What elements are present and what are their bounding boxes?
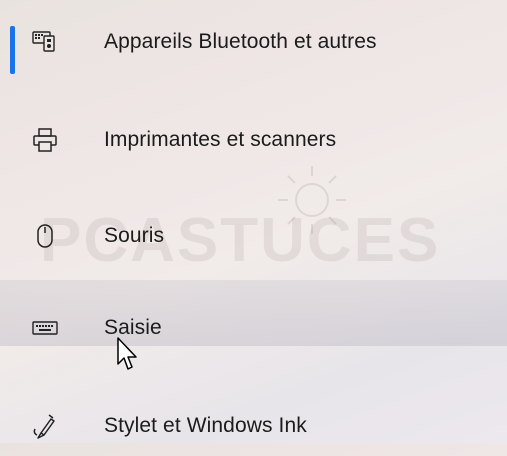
nav-item-label: Souris xyxy=(104,224,165,247)
printer-icon xyxy=(32,127,58,153)
nav-item-label: Appareils Bluetooth et autres xyxy=(104,30,377,53)
nav-item-printers[interactable]: Imprimantes et scanners xyxy=(0,110,507,170)
bluetooth-devices-icon xyxy=(32,29,58,55)
nav-item-label: Stylet et Windows Ink xyxy=(104,414,307,437)
nav-item-mouse[interactable]: Souris xyxy=(0,206,507,266)
mouse-icon xyxy=(32,223,58,249)
settings-nav: PCASTUCES Appareils Bluetooth et autres … xyxy=(0,0,507,443)
keyboard-icon xyxy=(32,315,58,341)
nav-item-typing[interactable]: Saisie xyxy=(0,298,507,358)
selection-indicator xyxy=(10,26,15,74)
nav-item-bluetooth[interactable]: Appareils Bluetooth et autres xyxy=(0,12,507,74)
pen-icon xyxy=(32,413,58,439)
nav-item-label: Saisie xyxy=(104,316,162,339)
nav-item-pen[interactable]: Stylet et Windows Ink xyxy=(0,396,507,456)
nav-item-label: Imprimantes et scanners xyxy=(104,128,337,151)
